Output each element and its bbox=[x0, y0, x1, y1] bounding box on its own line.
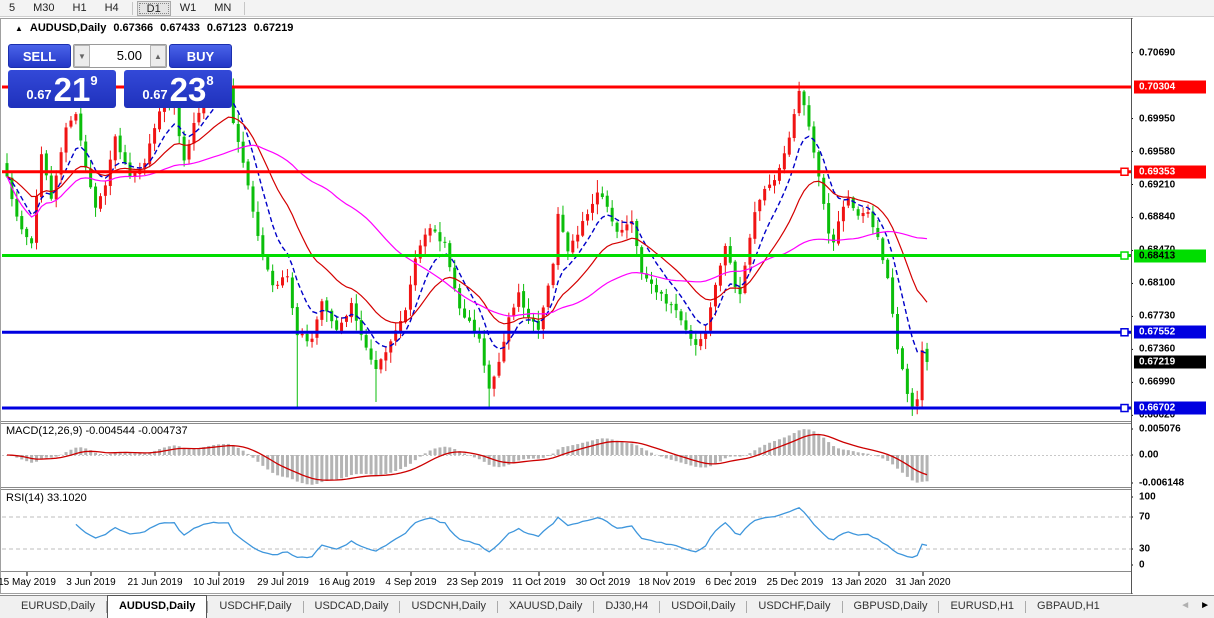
price-tick-label: 0.70690 bbox=[1139, 47, 1176, 59]
rsi-tick-label: 100 bbox=[1139, 491, 1156, 503]
date-tick-label: 6 Dec 2019 bbox=[705, 577, 757, 588]
date-tick-label: 3 Jun 2019 bbox=[66, 577, 116, 588]
macd-name: MACD(12,26,9) bbox=[6, 425, 83, 437]
timeframe-button-5[interactable]: 5 bbox=[0, 1, 24, 16]
price-tick-label: 0.67360 bbox=[1139, 343, 1176, 355]
chart-tab-usdoil-daily[interactable]: USDOil,Daily bbox=[660, 596, 746, 618]
rsi-tick-label: 0 bbox=[1139, 559, 1145, 571]
macd-tick-label: -0.006148 bbox=[1139, 477, 1185, 489]
level-price-label: 0.68413 bbox=[1134, 249, 1206, 263]
level-price-label: 0.67552 bbox=[1134, 325, 1206, 339]
buy-button[interactable]: BUY bbox=[169, 44, 232, 68]
price-tick-label: 0.69580 bbox=[1139, 146, 1176, 158]
date-tick-label: 23 Sep 2019 bbox=[446, 577, 504, 588]
macd-tick-label: 0.005076 bbox=[1139, 423, 1181, 435]
ohlc-high-value: 0.67433 bbox=[160, 22, 200, 34]
rsi-name: RSI(14) bbox=[6, 492, 44, 504]
date-tick-label: 15 May 2019 bbox=[0, 577, 56, 588]
price-tick-label: 0.68100 bbox=[1139, 277, 1176, 289]
rsi-tick-label: 30 bbox=[1139, 543, 1151, 555]
chart-tab-xauusd-daily[interactable]: XAUUSD,Daily bbox=[498, 596, 593, 618]
tab-scroll-right-icon[interactable]: ► bbox=[1200, 600, 1210, 611]
chart-tab-dj30-h4[interactable]: DJ30,H4 bbox=[594, 596, 659, 618]
date-tick-label: 4 Sep 2019 bbox=[385, 577, 437, 588]
macd-label: MACD(12,26,9) -0.004544 -0.004737 bbox=[6, 425, 188, 437]
volume-increase-button[interactable]: ▲ bbox=[150, 45, 166, 67]
chart-tab-usdcad-daily[interactable]: USDCAD,Daily bbox=[304, 596, 400, 618]
sell-price-prefix: 0.67 bbox=[26, 87, 52, 102]
symbol-marker-icon: ▲ bbox=[15, 23, 23, 33]
rsi-tick-label: 70 bbox=[1139, 511, 1151, 523]
macd-values: -0.004544 -0.004737 bbox=[85, 425, 188, 437]
chart-tab-audusd-daily[interactable]: AUDUSD,Daily bbox=[106, 595, 208, 618]
rsi-label: RSI(14) 33.1020 bbox=[6, 492, 87, 504]
date-tick-label: 10 Jul 2019 bbox=[193, 577, 245, 588]
buy-price-prefix: 0.67 bbox=[142, 87, 168, 102]
timeframe-button-d1[interactable]: D1 bbox=[136, 0, 171, 16]
ohlc-close-value: 0.67219 bbox=[253, 22, 294, 34]
sell-button[interactable]: SELL bbox=[8, 44, 71, 68]
timeframe-button-w1[interactable]: W1 bbox=[171, 1, 206, 16]
chart-tab-eurusd-daily[interactable]: EURUSD,Daily bbox=[10, 596, 106, 618]
macd-tick-label: 0.00 bbox=[1139, 449, 1159, 461]
chart-symbol-label: AUDUSD,Daily bbox=[29, 22, 107, 34]
rsi-value: 33.1020 bbox=[46, 492, 87, 504]
price-tick-label: 0.69210 bbox=[1139, 179, 1176, 190]
level-price-label: 0.66702 bbox=[1134, 401, 1206, 415]
sell-price-sup: 9 bbox=[90, 73, 98, 88]
toolbar-separator bbox=[131, 1, 133, 15]
price-tick-label: 0.68840 bbox=[1139, 211, 1176, 223]
chart-tab-usdchf-daily[interactable]: USDCHF,Daily bbox=[208, 596, 302, 618]
level-price-label: 0.69353 bbox=[1134, 165, 1206, 179]
date-tick-label: 13 Jan 2020 bbox=[831, 577, 887, 588]
timeframe-button-h4[interactable]: H4 bbox=[96, 1, 128, 16]
tab-scroll-left-icon[interactable]: ◄ bbox=[1180, 600, 1190, 611]
timeframe-button-mn[interactable]: MN bbox=[205, 1, 240, 16]
price-tick-label: 0.66990 bbox=[1139, 376, 1176, 388]
volume-decrease-button[interactable]: ▼ bbox=[74, 45, 90, 67]
volume-input[interactable]: 5.00 bbox=[90, 45, 150, 67]
one-click-trading-panel: SELL ▼ 5.00 ▲ BUY 0.67 21 9 0.67 23 8 bbox=[8, 44, 232, 108]
chart-tab-usdchf-daily[interactable]: USDCHF,Daily bbox=[747, 596, 841, 618]
ohlc-open-value: 0.67366 bbox=[113, 22, 154, 34]
chart-tab-usdcnh-daily[interactable]: USDCNH,Daily bbox=[400, 596, 497, 618]
price-tick-label: 0.67730 bbox=[1139, 310, 1176, 322]
date-tick-label: 21 Jun 2019 bbox=[127, 577, 183, 588]
chart-tab-gbpaud-h1[interactable]: GBPAUD,H1 bbox=[1026, 596, 1111, 618]
current-price-label: 0.67219 bbox=[1134, 355, 1206, 369]
buy-price-big: 23 bbox=[169, 70, 207, 108]
date-tick-label: 30 Oct 2019 bbox=[575, 577, 631, 588]
toolbar-separator bbox=[244, 1, 246, 15]
date-tick-label: 16 Aug 2019 bbox=[318, 577, 376, 588]
level-price-label: 0.70304 bbox=[1134, 80, 1206, 94]
sell-price-display[interactable]: 0.67 21 9 bbox=[8, 70, 116, 108]
chart-tab-bar: EURUSD,Daily AUDUSD,Daily USDCHF,Daily USDC… bbox=[0, 595, 1214, 618]
timeframe-button-m30[interactable]: M30 bbox=[24, 1, 63, 16]
sell-price-big: 21 bbox=[53, 70, 91, 108]
buy-price-display[interactable]: 0.67 23 8 bbox=[124, 70, 232, 108]
chart-title: ▲ AUDUSD,Daily 0.67366 0.67433 0.67123 0… bbox=[12, 22, 297, 34]
timeframe-button-h1[interactable]: H1 bbox=[64, 1, 96, 16]
chart-tab-eurusd-h1[interactable]: EURUSD,H1 bbox=[939, 596, 1025, 618]
price-axis: 0.70690 0.69950 0.69580 0.69210 0.68840 0.684… bbox=[1133, 18, 1213, 594]
chevron-up-icon: ▲ bbox=[154, 51, 162, 61]
ohlc-low-value: 0.67123 bbox=[206, 22, 247, 34]
price-tick-label: 0.69950 bbox=[1139, 113, 1176, 125]
date-tick-label: 11 Oct 2019 bbox=[512, 577, 566, 588]
date-tick-label: 31 Jan 2020 bbox=[895, 577, 951, 588]
date-tick-label: 29 Jul 2019 bbox=[257, 577, 309, 588]
date-tick-label: 18 Nov 2019 bbox=[638, 577, 696, 588]
volume-stepper: ▼ 5.00 ▲ bbox=[73, 44, 167, 68]
chevron-down-icon: ▼ bbox=[78, 51, 86, 61]
mt4-window: 5 M30 H1 H4 D1 W1 MN ▲ AUDUSD,Daily 0.67366 0.… bbox=[0, 0, 1214, 618]
chart-tab-gbpusd-daily[interactable]: GBPUSD,Daily bbox=[843, 596, 939, 618]
buy-price-sup: 8 bbox=[206, 73, 214, 88]
date-tick-label: 25 Dec 2019 bbox=[766, 577, 824, 588]
timeframe-toolbar: 5 M30 H1 H4 D1 W1 MN bbox=[0, 0, 1214, 17]
